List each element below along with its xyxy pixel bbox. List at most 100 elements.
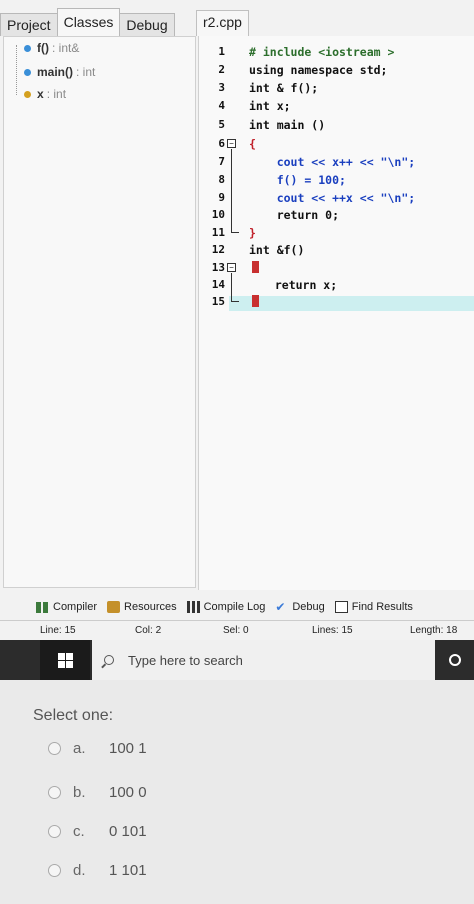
status-col: Col: 2 <box>135 625 162 636</box>
option-text: 100 1 <box>109 740 147 757</box>
tab-debug[interactable]: Debug <box>119 13 175 36</box>
code-line: int &f() <box>249 243 305 257</box>
option-text: 100 0 <box>109 784 147 801</box>
quiz-option-b[interactable]: b. 100 0 <box>48 784 147 801</box>
code-line: cout << x++ << "\n"; <box>249 155 416 169</box>
taskbar-search[interactable]: Type here to search <box>92 640 435 680</box>
tool-label: Compile Log <box>203 601 266 613</box>
tool-label: Find Results <box>351 601 413 613</box>
ide-window: Project Classes Debug r2.cpp f() : int& … <box>0 0 474 640</box>
option-text: 0 101 <box>109 823 147 840</box>
resources-icon <box>107 601 121 613</box>
tool-label: Compiler <box>53 601 98 613</box>
tree-item-f[interactable]: f() : int& <box>24 41 79 55</box>
function-icon <box>24 44 31 52</box>
line-number: 13 <box>211 261 225 274</box>
quiz-option-c[interactable]: c. 0 101 <box>48 823 147 840</box>
debug-tab[interactable]: ✔ Debug <box>275 601 324 613</box>
left-panel-tabs: Project Classes Debug <box>0 8 175 36</box>
line-number: 15 <box>211 295 225 308</box>
option-letter: b. <box>73 784 86 801</box>
tab-classes[interactable]: Classes <box>56 8 121 36</box>
option-letter: c. <box>73 823 85 840</box>
quiz-option-a[interactable]: a. 100 1 <box>48 740 147 757</box>
line-number: 11 <box>211 226 225 239</box>
start-button[interactable] <box>40 640 90 680</box>
tool-label: Resources <box>124 601 177 613</box>
tree-item-name: x <box>37 87 44 101</box>
search-icon <box>104 655 114 665</box>
line-number: 4 <box>218 99 225 112</box>
radio-button[interactable] <box>48 864 61 877</box>
status-length: Length: 18 <box>410 625 458 636</box>
find-results-tab[interactable]: Find Results <box>334 601 413 613</box>
compile-log-icon <box>186 601 200 613</box>
line-number: 12 <box>211 243 225 256</box>
code-line: { <box>249 137 256 151</box>
status-lines: Lines: 15 <box>312 625 353 636</box>
fold-end <box>231 232 239 233</box>
code-line: using namespace std; <box>249 63 388 77</box>
status-sel: Sel: 0 <box>223 625 249 636</box>
line-number: 5 <box>218 118 225 131</box>
line-number: 2 <box>218 63 225 76</box>
function-icon <box>24 68 31 76</box>
compile-log-tab[interactable]: Compile Log <box>186 601 266 613</box>
bracket-match-marker <box>252 295 259 307</box>
find-icon <box>334 601 348 613</box>
windows-taskbar: Type here to search <box>0 640 474 680</box>
fold-collapse-icon[interactable]: − <box>227 263 236 272</box>
option-text: 1 101 <box>109 862 147 879</box>
resources-tab[interactable]: Resources <box>107 601 177 613</box>
fold-collapse-icon[interactable]: − <box>227 139 236 148</box>
radio-button[interactable] <box>48 742 61 755</box>
tree-item-type: : int& <box>52 41 80 55</box>
line-number-gutter: 1 2 3 4 5 6 7 8 9 10 11 12 13 14 15 <box>199 36 225 590</box>
code-line: int & f(); <box>249 81 319 95</box>
tab-project[interactable]: Project <box>0 13 58 36</box>
fold-line <box>231 149 232 232</box>
debug-check-icon: ✔ <box>275 600 286 614</box>
code-editor[interactable]: 1 2 3 4 5 6 7 8 9 10 11 12 13 14 15 − − … <box>198 36 474 590</box>
tree-item-x[interactable]: x : int <box>24 87 66 101</box>
code-line: int x; <box>249 99 291 113</box>
tree-item-name: f() <box>37 41 49 55</box>
code-line: f() = 100; <box>249 173 346 187</box>
tree-item-type: : int <box>46 87 67 101</box>
compiler-tab[interactable]: Compiler <box>36 601 97 613</box>
line-number: 6 <box>218 137 225 150</box>
code-line: # include <iostream > <box>249 45 395 59</box>
code-line: return x; <box>261 278 338 292</box>
compiler-icon <box>36 601 49 613</box>
status-line: Line: 15 <box>40 625 76 636</box>
line-number: 9 <box>218 191 225 204</box>
current-line-highlight <box>229 296 474 311</box>
option-letter: d. <box>73 862 86 879</box>
radio-button[interactable] <box>48 786 61 799</box>
quiz-option-d[interactable]: d. 1 101 <box>48 862 147 879</box>
line-number: 8 <box>218 173 225 186</box>
radio-button[interactable] <box>48 825 61 838</box>
tree-item-name: main() <box>37 65 73 79</box>
code-line: cout << ++x << "\n"; <box>249 191 416 205</box>
class-browser: f() : int& main() : int x : int <box>3 36 196 588</box>
line-number: 14 <box>211 278 225 291</box>
fold-end <box>231 301 239 302</box>
tree-item-main[interactable]: main() : int <box>24 65 95 79</box>
option-letter: a. <box>73 740 86 757</box>
line-number: 3 <box>218 81 225 94</box>
cortana-icon[interactable] <box>443 648 467 672</box>
tab-file[interactable]: r2.cpp <box>196 10 249 36</box>
bracket-match-marker <box>252 261 259 273</box>
variable-icon <box>24 90 31 98</box>
fold-line <box>231 273 232 301</box>
line-number: 1 <box>218 45 225 58</box>
line-number: 7 <box>218 155 225 168</box>
quiz-panel: Select one: a. 100 1 b. 100 0 c. 0 101 d… <box>0 680 474 904</box>
quiz-prompt: Select one: <box>33 707 114 724</box>
code-line: return 0; <box>249 208 340 222</box>
code-line: } <box>249 226 256 240</box>
tool-label: Debug <box>292 601 325 613</box>
search-placeholder: Type here to search <box>128 652 243 668</box>
line-number: 10 <box>211 208 225 221</box>
